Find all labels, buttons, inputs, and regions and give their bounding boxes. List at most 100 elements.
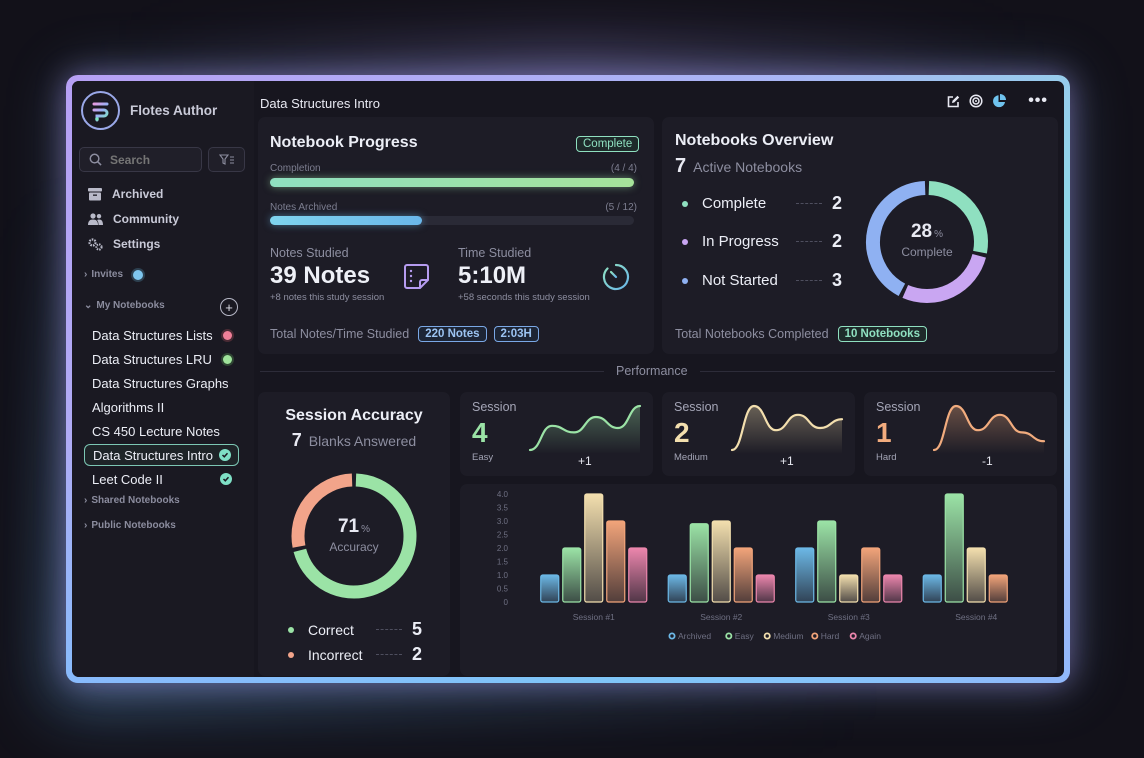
- check-icon: [219, 449, 231, 461]
- legend-in-progress: In Progress 2: [682, 231, 842, 252]
- donut-label: Complete: [901, 245, 953, 259]
- notebook-label: Leet Code II: [92, 471, 163, 487]
- flotes-logo-icon[interactable]: [81, 91, 120, 130]
- my-notebooks-section[interactable]: ⌄ My Notebooks: [84, 300, 165, 311]
- card-title: Session Accuracy: [285, 407, 423, 424]
- app-name: Flotes Author: [130, 103, 218, 118]
- completion-label: Completion: [270, 163, 321, 174]
- notebook-label: Data Structures Graphs: [92, 375, 229, 391]
- app-window: Flotes Author Archived Community Setting…: [72, 81, 1064, 677]
- session-delta: -1: [982, 454, 993, 468]
- pie-chart-icon[interactable]: [992, 94, 1007, 108]
- check-icon: [220, 473, 232, 485]
- legend-marker: [763, 632, 771, 640]
- legend-label: Correct: [308, 621, 354, 638]
- legend-dot: [682, 200, 688, 207]
- blanks-count: 7: [291, 430, 302, 450]
- total-notes-badge: 220 Notes: [418, 326, 487, 342]
- sidebar-item-label: Community: [113, 212, 179, 226]
- legend-dot: [288, 651, 294, 658]
- public-notebooks-section[interactable]: › Public Notebooks: [84, 520, 176, 531]
- x-tick-label: Session #1: [573, 612, 615, 622]
- medium-sparkline: [730, 404, 844, 454]
- legend-label: Archived: [678, 631, 711, 641]
- x-tick-label: Session #3: [828, 612, 870, 622]
- bar-hard: [606, 520, 626, 603]
- active-label: Active Notebooks: [693, 159, 803, 175]
- session-bar-chart-card: 0 0.5 1.0 1.5 2.0 2.5 3.0 3.5 4.0 Session #1 Sessi…: [460, 484, 1057, 676]
- sidebar-item-settings[interactable]: Settings: [88, 237, 160, 251]
- legend-label: Incorrect: [308, 646, 363, 663]
- legend-dot: [288, 626, 294, 633]
- search-icon: [89, 153, 102, 166]
- legend-label: Easy: [735, 631, 755, 641]
- bar-hard: [988, 574, 1008, 603]
- bar-again: [628, 547, 648, 603]
- search-box[interactable]: [79, 147, 202, 172]
- session-delta: +1: [780, 454, 794, 468]
- notebook-item[interactable]: Data Structures Lists: [84, 324, 239, 346]
- session-card-hard: Session 1 Hard -1: [864, 392, 1057, 476]
- shared-notebooks-label: Shared Notebooks: [91, 495, 180, 506]
- legend-label: Medium: [773, 631, 803, 641]
- notebook-label: CS 450 Lecture Notes: [92, 423, 220, 439]
- legend-not-started: Not Started 3: [682, 270, 842, 291]
- shared-notebooks-section[interactable]: › Shared Notebooks: [84, 495, 180, 506]
- y-tick-label: 1.0: [497, 571, 509, 580]
- bar-archived: [922, 574, 942, 603]
- legend-label: In Progress: [702, 233, 779, 250]
- bar-hard: [733, 547, 753, 603]
- bar-easy: [944, 493, 964, 603]
- invites-indicator: [133, 269, 144, 280]
- session-label: Session: [876, 400, 921, 414]
- notes-studied-sub: +8 notes this study session: [270, 292, 385, 303]
- notebook-item-selected[interactable]: Data Structures Intro: [84, 444, 239, 466]
- my-notebooks-label: My Notebooks: [96, 300, 165, 311]
- notebook-item[interactable]: CS 450 Lecture Notes: [84, 420, 239, 442]
- session-kind: Medium: [674, 452, 708, 463]
- chevron-down-icon: ⌄: [84, 300, 93, 311]
- add-notebook-button[interactable]: +: [220, 298, 238, 316]
- legend-label: Hard: [821, 631, 840, 641]
- x-tick-label: Session #4: [955, 612, 997, 622]
- sidebar-item-archived[interactable]: Archived: [88, 187, 163, 201]
- search-input[interactable]: [110, 152, 190, 167]
- y-tick-label: 3.5: [497, 504, 509, 513]
- active-count: 7: [675, 155, 687, 177]
- percent-sign: %: [934, 229, 944, 240]
- more-icon[interactable]: •••: [1028, 93, 1048, 109]
- blanks-label: Blanks Answered: [308, 433, 417, 449]
- invites-section[interactable]: › Invites: [84, 269, 144, 280]
- edit-icon[interactable]: [947, 95, 960, 108]
- time-studied-label: Time Studied: [458, 246, 532, 260]
- completion-progress-bar: [270, 178, 634, 187]
- archive-icon: [88, 187, 102, 200]
- performance-label: Performance: [604, 364, 700, 378]
- bar-easy: [817, 520, 837, 603]
- totals-label: Total Notes/Time Studied: [270, 327, 410, 341]
- total-time-badge: 2:03H: [493, 326, 539, 342]
- public-notebooks-label: Public Notebooks: [91, 520, 176, 531]
- legend-marker: [811, 632, 819, 640]
- archived-progress-bar: [270, 216, 634, 225]
- archived-label: Notes Archived: [270, 202, 338, 213]
- notebook-item[interactable]: Data Structures LRU: [84, 348, 239, 370]
- bar-hard: [861, 547, 881, 603]
- bar-easy: [689, 523, 709, 603]
- notebook-item[interactable]: Data Structures Graphs: [84, 372, 239, 394]
- notebook-item[interactable]: Leet Code II: [84, 468, 239, 490]
- filter-button[interactable]: [208, 147, 245, 172]
- session-kind: Hard: [876, 452, 897, 463]
- notebook-item[interactable]: Algorithms II: [84, 396, 239, 418]
- legend-marker: [668, 632, 676, 640]
- session-kind: Easy: [472, 452, 494, 463]
- legend-value: 2: [832, 193, 843, 213]
- legend-correct: Correct 5: [288, 619, 422, 640]
- filter-icon: [218, 153, 234, 165]
- gears-icon: [88, 237, 103, 251]
- target-icon[interactable]: [969, 94, 983, 108]
- bar-medium: [966, 547, 986, 603]
- session-bar-chart: 0 0.5 1.0 1.5 2.0 2.5 3.0 3.5 4.0 Session #1 Sessi…: [497, 490, 1008, 641]
- session-accuracy-card: Session Accuracy 7 Blanks Answered 71% A…: [258, 392, 450, 676]
- sidebar-item-community[interactable]: Community: [88, 212, 179, 226]
